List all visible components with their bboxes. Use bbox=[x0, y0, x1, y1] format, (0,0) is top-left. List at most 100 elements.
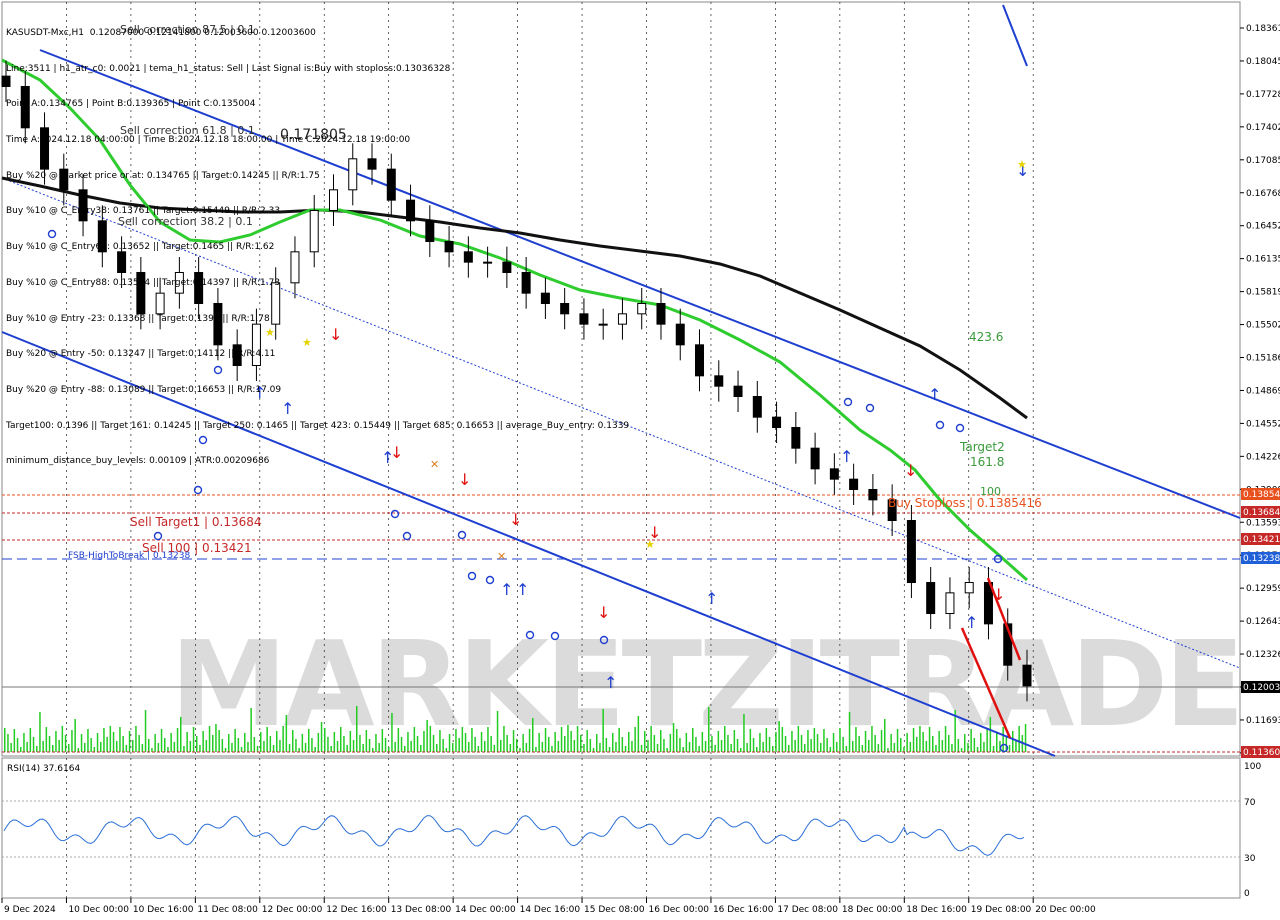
volume-bar bbox=[621, 737, 624, 752]
volume-bar bbox=[788, 745, 790, 752]
buy-arrow-icon: ↑ bbox=[928, 385, 941, 404]
volume-bar bbox=[330, 746, 332, 752]
candle-body bbox=[810, 447, 820, 470]
star-icon: ★ bbox=[1017, 158, 1027, 171]
volume-bar bbox=[32, 737, 35, 752]
volume-bar bbox=[874, 735, 876, 752]
candle-body bbox=[868, 489, 878, 501]
volume-bar bbox=[234, 729, 236, 752]
candle-body bbox=[752, 396, 762, 418]
volume-bar bbox=[765, 728, 768, 752]
volume-bar bbox=[884, 719, 886, 752]
volume-bar bbox=[653, 735, 656, 752]
volume-bar bbox=[106, 737, 108, 752]
volume-bar bbox=[551, 746, 553, 752]
price-tick-label: 0.16452 bbox=[1246, 222, 1280, 232]
label-423: 423.6 bbox=[969, 330, 1003, 344]
volume-bar bbox=[583, 744, 585, 752]
volume-bar bbox=[4, 728, 6, 752]
volume-bar bbox=[413, 727, 416, 752]
volume-bar bbox=[109, 726, 112, 752]
volume-bar bbox=[474, 737, 476, 752]
info-line: Buy %10 @ C_Entry38: 0.13761 || Target:0… bbox=[6, 206, 281, 217]
volume-bar bbox=[269, 736, 272, 752]
watermark: MARKETZITRADE bbox=[170, 615, 1241, 753]
volume-bar bbox=[560, 727, 563, 752]
volume-bar bbox=[20, 747, 22, 752]
volume-bar bbox=[992, 746, 995, 752]
volume-bar bbox=[733, 730, 736, 752]
buy-arrow-icon: ↑ bbox=[604, 673, 617, 692]
volume-bar bbox=[832, 733, 835, 752]
volume-bar bbox=[228, 734, 230, 752]
volume-bar bbox=[205, 740, 208, 752]
volume-bar bbox=[490, 736, 492, 752]
volume-bar bbox=[554, 732, 556, 752]
price-tick-label: 0.12959 bbox=[1246, 584, 1280, 594]
volume-bar bbox=[378, 743, 380, 752]
volume-bar bbox=[170, 733, 172, 752]
volume-bar bbox=[522, 734, 524, 752]
volume-bar bbox=[400, 737, 403, 752]
volume-bar bbox=[26, 742, 28, 752]
volume-bar bbox=[218, 730, 220, 752]
volume-bar bbox=[663, 739, 665, 752]
volume-bar bbox=[180, 717, 182, 752]
volume-bar bbox=[714, 745, 716, 752]
volume-bar bbox=[260, 732, 262, 752]
volume-bar bbox=[122, 736, 124, 752]
volume-bar bbox=[570, 731, 572, 752]
volume-bar bbox=[164, 738, 166, 752]
volume-bar bbox=[74, 719, 76, 752]
volume-bar bbox=[1024, 724, 1027, 752]
volume-bar bbox=[202, 731, 204, 752]
price-highlight-label: 0.13684 bbox=[1243, 508, 1280, 518]
volume-bar bbox=[148, 739, 150, 752]
price-tick-label: 0.15186 bbox=[1246, 354, 1280, 364]
rsi-level-100-label: 100 bbox=[1244, 762, 1261, 772]
volume-bar bbox=[487, 727, 489, 752]
volume-bar bbox=[10, 743, 12, 752]
rsi-level-30-label: 30 bbox=[1244, 854, 1256, 864]
volume-bar bbox=[957, 739, 960, 752]
volume-bar bbox=[503, 726, 505, 752]
volume-bar bbox=[68, 744, 70, 752]
volume-bar bbox=[247, 742, 249, 752]
volume-bar bbox=[237, 738, 240, 752]
volume-bar bbox=[960, 748, 963, 752]
volume-bar bbox=[576, 726, 579, 752]
volume-bar bbox=[359, 735, 361, 752]
volume-bar bbox=[538, 733, 540, 752]
volume-bar bbox=[295, 739, 297, 752]
candle-body bbox=[675, 323, 685, 346]
volume-bar bbox=[311, 738, 313, 752]
price-tick-label: 0.12643 bbox=[1246, 617, 1280, 627]
volume-bar bbox=[346, 745, 348, 752]
volume-bar bbox=[800, 735, 803, 752]
rsi-level-70-label: 70 bbox=[1244, 798, 1256, 808]
volume-bar bbox=[756, 747, 758, 752]
volume-bar bbox=[144, 710, 147, 752]
volume-bar bbox=[320, 722, 323, 752]
volume-bar bbox=[938, 731, 940, 752]
candle-body bbox=[829, 468, 839, 480]
volume-bar bbox=[1015, 740, 1017, 752]
volume-bar bbox=[692, 728, 694, 752]
volume-bar bbox=[71, 730, 73, 752]
volume-bar bbox=[340, 727, 342, 752]
volume-bar bbox=[980, 733, 982, 752]
volume-bar bbox=[656, 744, 659, 752]
volume-bar bbox=[829, 747, 832, 752]
volume-bar bbox=[471, 728, 473, 752]
volume-bar bbox=[100, 742, 102, 752]
time-tick-label: 13 Dec 08:00 bbox=[391, 905, 452, 915]
price-highlight-label: 0.11360 bbox=[1243, 748, 1280, 758]
volume-bar bbox=[442, 739, 444, 752]
candle-body bbox=[733, 385, 743, 398]
price-tick-label: 0.17402 bbox=[1246, 123, 1280, 133]
volume-bar bbox=[637, 716, 640, 752]
volume-bar bbox=[548, 737, 550, 752]
volume-bar bbox=[96, 733, 99, 752]
info-line: minimum_distance_buy_levels: 0.00109 | A… bbox=[6, 456, 270, 467]
volume-bar bbox=[1008, 745, 1011, 752]
